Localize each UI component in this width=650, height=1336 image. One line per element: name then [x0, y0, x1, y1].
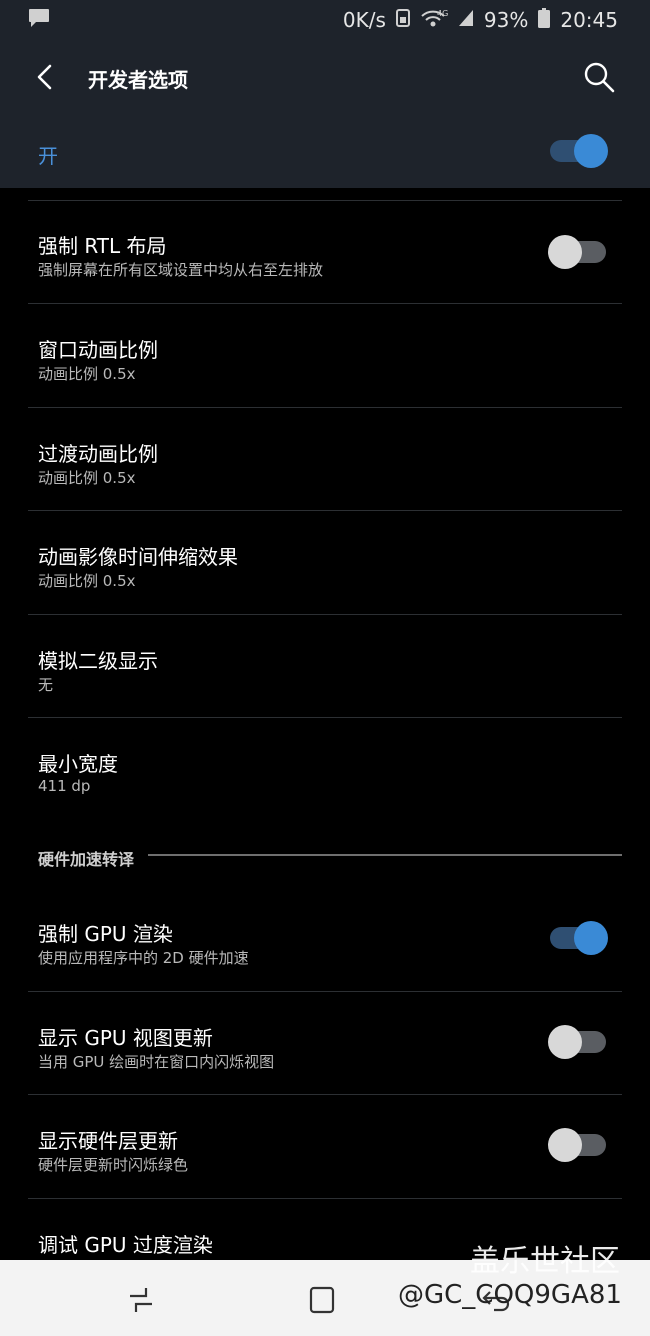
item-subtitle: 硬件层更新时闪烁绿色: [38, 1156, 189, 1174]
watermark-user-handle: @GC_COQ9GA81: [398, 1280, 622, 1310]
master-toggle[interactable]: [548, 134, 608, 168]
list-item-force-gpu-rendering[interactable]: 强制 GPU 渲染 使用应用程序中的 2D 硬件加速: [0, 888, 650, 992]
developer-options-master-switch[interactable]: 开: [0, 114, 650, 188]
item-title: 强制 RTL 布局: [38, 234, 167, 258]
item-title: 显示硬件层更新: [38, 1129, 178, 1153]
signal-icon: [458, 8, 474, 32]
search-button[interactable]: [582, 60, 616, 94]
list-item-smallest-width[interactable]: 最小宽度 411 dp: [0, 718, 650, 822]
list-item-simulate-secondary-display[interactable]: 模拟二级显示 无: [0, 615, 650, 719]
recents-icon: [130, 1288, 152, 1312]
settings-list[interactable]: 强制 RTL 布局 强制屏幕在所有区域设置中均从右至左排放 窗口动画比例 动画比…: [0, 188, 650, 1260]
recents-button[interactable]: [126, 1286, 156, 1314]
item-title: 强制 GPU 渲染: [38, 922, 173, 946]
home-icon: [309, 1286, 335, 1314]
network-speed: 0K/s: [342, 8, 386, 32]
list-item-show-hardware-layer-updates[interactable]: 显示硬件层更新 硬件层更新时闪烁绿色: [0, 1095, 650, 1199]
app-toolbar: 开发者选项: [0, 40, 650, 114]
force-gpu-rendering-toggle[interactable]: [548, 921, 608, 955]
network-type: 4G: [437, 9, 448, 18]
item-title: 显示 GPU 视图更新: [38, 1026, 213, 1050]
item-title: 模拟二级显示: [38, 649, 158, 673]
show-gpu-view-updates-toggle[interactable]: [548, 1025, 608, 1059]
item-title: 窗口动画比例: [38, 338, 158, 362]
item-title: 过渡动画比例: [38, 442, 158, 466]
section-divider: [148, 854, 622, 856]
item-subtitle: 动画比例 0.5x: [38, 572, 136, 590]
home-button[interactable]: [306, 1284, 338, 1316]
clock: 20:45: [560, 8, 618, 32]
list-item-show-gpu-view-updates[interactable]: 显示 GPU 视图更新 当用 GPU 绘画时在窗口内闪烁视图: [0, 992, 650, 1096]
item-title: 最小宽度: [38, 752, 118, 776]
item-subtitle: 使用应用程序中的 2D 硬件加速: [38, 949, 249, 967]
list-item-window-animation-scale[interactable]: 窗口动画比例 动画比例 0.5x: [0, 304, 650, 408]
back-button[interactable]: [30, 62, 60, 92]
item-subtitle: 411 dp: [38, 777, 91, 795]
item-subtitle: 动画比例 0.5x: [38, 365, 136, 383]
storage-icon: [395, 8, 410, 32]
battery-icon: [538, 7, 551, 33]
master-switch-label: 开: [38, 144, 58, 168]
message-notification-icon: [28, 8, 50, 32]
item-title: 调试 GPU 过度渲染: [38, 1233, 213, 1257]
item-subtitle: 无: [38, 676, 54, 694]
list-item-force-rtl[interactable]: 强制 RTL 布局 强制屏幕在所有区域设置中均从右至左排放: [0, 200, 650, 304]
item-title: 动画影像时间伸缩效果: [38, 545, 238, 569]
section-header-hardware-accelerated-rendering: 硬件加速转译: [38, 850, 135, 869]
watermark-community-name: 盖乐世社区: [470, 1244, 620, 1279]
item-subtitle: 强制屏幕在所有区域设置中均从右至左排放: [38, 261, 324, 279]
wifi-icon: 4G: [420, 8, 448, 33]
page-title: 开发者选项: [88, 68, 188, 92]
force-rtl-toggle[interactable]: [548, 235, 608, 269]
list-item-transition-animation-scale[interactable]: 过渡动画比例 动画比例 0.5x: [0, 408, 650, 512]
item-subtitle: 动画比例 0.5x: [38, 469, 136, 487]
status-bar: 0K/s 4G 93% 20:45: [0, 0, 650, 40]
chevron-left-icon: [37, 64, 52, 90]
item-subtitle: 当用 GPU 绘画时在窗口内闪烁视图: [38, 1053, 275, 1071]
list-item-animator-duration-scale[interactable]: 动画影像时间伸缩效果 动画比例 0.5x: [0, 511, 650, 615]
show-hardware-layer-updates-toggle[interactable]: [548, 1128, 608, 1162]
search-icon: [584, 62, 615, 93]
battery-percent: 93%: [483, 8, 529, 32]
